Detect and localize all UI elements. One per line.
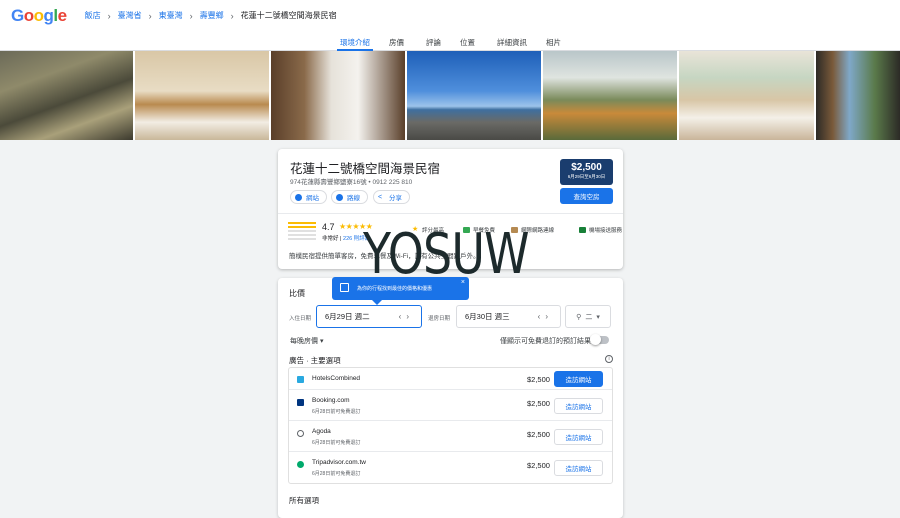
tab-bar: 環境介紹 房價 評論 位置 詳細資訊 相片 [0, 31, 900, 51]
provider-cancel-note: 6月28日前可免費退訂 [312, 440, 361, 446]
provider-price: $2,500 [527, 461, 550, 470]
tab-reviews[interactable]: 評論 [426, 37, 441, 48]
compare-title: 比價 [289, 289, 305, 298]
provider-name: Agoda [312, 428, 331, 435]
breadcrumb-east-taiwan[interactable]: 東臺灣 [159, 10, 183, 21]
photo-room-window[interactable] [679, 51, 814, 140]
person-icon: ⚲ [576, 313, 582, 321]
rating-bars [288, 222, 316, 242]
directions-icon [336, 193, 343, 201]
checkout-value: 6月30日 週三 [465, 312, 510, 321]
directions-label: 路線 [347, 195, 360, 202]
checkin-label: 入住日期 [289, 316, 312, 322]
visit-site-button[interactable]: 造訪網站 [554, 429, 603, 445]
provider-row[interactable]: Booking.com 6月28日前可免費退訂 $2,500 造訪網站 [289, 390, 612, 421]
provider-price: $2,500 [527, 399, 550, 408]
visit-site-button[interactable]: 造訪網站 [554, 371, 603, 387]
hotelscombined-logo-icon [297, 376, 304, 383]
free-cancel-label: 僅顯示可免費退訂的預訂結果 [500, 338, 591, 345]
booking-logo-icon [297, 399, 304, 406]
deals-tooltip: 為你的行程找到最佳的價格和優惠 × [332, 277, 469, 305]
provider-name: Booking.com [312, 397, 350, 404]
shuttle-icon [579, 227, 586, 233]
checkout-date-field[interactable]: 6月30日 週三 ‹› [456, 305, 561, 328]
tab-overview[interactable]: 環境介紹 [337, 37, 373, 51]
tab-photos[interactable]: 相片 [546, 37, 561, 48]
tripadvisor-logo-icon [297, 461, 304, 468]
provider-row[interactable]: Tripadvisor.com.tw 6月28日前可免費退訂 $2,500 造訪… [289, 452, 612, 483]
top-bar: Google 飯店 › 臺灣省 › 東臺灣 › 壽豐鄉 › 花蓮十二號橋空間海景… [0, 0, 900, 31]
summary-price: $2,500 [571, 162, 602, 173]
info-icon[interactable]: i [605, 355, 613, 363]
caret-down-icon: ▾ [596, 313, 600, 321]
chevron-right-icon: › [230, 10, 234, 21]
provider-name: Tripadvisor.com.tw [312, 459, 366, 466]
date-nav-arrows-icon[interactable]: ‹› [538, 312, 553, 321]
google-logo[interactable]: Google [11, 6, 67, 26]
tab-details[interactable]: 詳細資訊 [497, 37, 527, 48]
nightly-label: 每晚房價 [290, 338, 318, 345]
visit-site-button[interactable]: 造訪網站 [554, 460, 603, 476]
check-availability-button[interactable]: 查詢空房 [560, 188, 613, 204]
tab-location[interactable]: 位置 [460, 37, 475, 48]
hotel-address: 974花蓮縣壽豐鄉鹽寮16號 • 0912 225 810 [290, 179, 413, 186]
photo-strip [0, 51, 900, 140]
breadcrumb-shoufeng[interactable]: 壽豐鄉 [200, 10, 224, 21]
divider [278, 213, 623, 214]
guests-selector[interactable]: ⚲ 二 ▾ [565, 305, 611, 328]
price-summary[interactable]: $2,500 6月29日至6月30日 [560, 159, 613, 185]
tab-prices[interactable]: 房價 [389, 37, 404, 48]
close-icon[interactable]: × [461, 279, 465, 286]
breadcrumb-taiwan-province[interactable]: 臺灣省 [118, 10, 142, 21]
provider-row[interactable]: HotelsCombined $2,500 造訪網站 [289, 368, 612, 390]
amenity-airport-shuttle: 機場接送服務 [579, 226, 622, 234]
photo-sea-view-room[interactable] [815, 51, 900, 140]
calendar-icon [340, 283, 349, 292]
agoda-logo-icon [297, 430, 304, 437]
visit-site-button[interactable]: 造訪網站 [554, 398, 603, 414]
nightly-price-dropdown[interactable]: 每晚房價 ▾ [290, 336, 323, 346]
photo-bathroom[interactable] [271, 51, 406, 140]
checkin-date-field[interactable]: 6月29日 週二 ‹› [316, 305, 422, 328]
provider-cancel-note: 6月28日前可免費退訂 [312, 471, 361, 477]
rating-score: 4.7 [322, 222, 335, 232]
all-options-heading: 所有選項 [289, 496, 319, 505]
free-cancel-toggle[interactable] [590, 334, 609, 345]
provider-list: HotelsCombined $2,500 造訪網站 Booking.com 6… [288, 367, 613, 484]
directions-button[interactable]: 路線 [331, 190, 368, 204]
photo-garden[interactable] [0, 51, 134, 140]
photo-loft-room[interactable] [135, 51, 270, 140]
breadcrumb: 飯店 › 臺灣省 › 東臺灣 › 壽豐鄉 › 花蓮十二號橋空間海景民宿 [85, 10, 337, 21]
provider-row[interactable]: Agoda 6月28日前可免費退訂 $2,500 造訪網站 [289, 421, 612, 452]
guests-value: 二 [585, 313, 593, 321]
rating-word: 非常好 [322, 236, 339, 242]
photo-bonfire[interactable] [543, 51, 678, 140]
breadcrumb-current: 花蓮十二號橋空間海景民宿 [240, 11, 337, 20]
provider-price: $2,500 [527, 430, 550, 439]
tooltip-text: 為你的行程找到最佳的價格和優惠 [357, 286, 433, 292]
ads-section-label: 廣告 · 主要選項 [289, 356, 341, 365]
amenity-label: 機場接送服務 [589, 228, 623, 234]
share-icon: < [378, 193, 383, 201]
breadcrumb-hotels[interactable]: 飯店 [85, 10, 101, 21]
website-button[interactable]: 網站 [290, 190, 327, 204]
chevron-right-icon: › [148, 10, 152, 21]
photo-sea-beach[interactable] [407, 51, 542, 140]
date-nav-arrows-icon[interactable]: ‹› [399, 312, 414, 321]
hotel-name: 花蓮十二號橋空間海景民宿 [290, 162, 441, 176]
checkout-label: 退房日期 [428, 316, 451, 322]
provider-cancel-note: 6月28日前可免費退訂 [312, 409, 361, 415]
provider-name: HotelsCombined [312, 375, 361, 382]
price-compare-card: 比價 為你的行程找到最佳的價格和優惠 × 入住日期 6月29日 週二 ‹› 退房… [278, 277, 623, 518]
chevron-right-icon: › [107, 10, 111, 21]
provider-price: $2,500 [527, 375, 550, 384]
website-label: 網站 [306, 195, 319, 202]
share-button[interactable]: < 分享 [373, 190, 410, 204]
chevron-right-icon: › [189, 10, 193, 21]
checkin-value: 6月29日 週二 [325, 312, 370, 321]
globe-icon [295, 193, 302, 201]
summary-dates: 6月29日至6月30日 [567, 174, 606, 179]
share-label: 分享 [389, 195, 402, 202]
